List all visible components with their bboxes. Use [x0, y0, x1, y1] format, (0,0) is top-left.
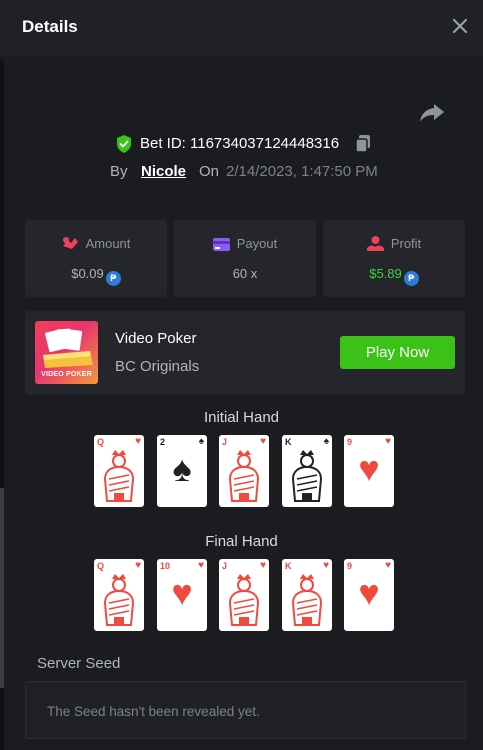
card-suit: ♥	[260, 560, 266, 571]
bet-id: Bet ID: 116734037124448316	[140, 135, 340, 152]
card-rank: 9	[347, 437, 353, 447]
copy-icon[interactable]	[355, 135, 371, 153]
card-rank: J	[222, 561, 228, 571]
face-card-art	[103, 574, 135, 626]
server-seed-text: The Seed hasn't been revealed yet.	[47, 704, 260, 719]
card-suit: ♠	[323, 436, 329, 447]
playing-card: Q ♥	[94, 559, 144, 631]
amount-icon	[62, 237, 78, 249]
playing-card: K ♠	[282, 435, 332, 507]
playing-card: K ♥	[282, 559, 332, 631]
card-rank: 10	[160, 561, 171, 571]
card-center-pip: ♥	[358, 572, 380, 613]
card-center-pip: ♠	[172, 448, 192, 489]
card-suit: ♠	[198, 436, 204, 447]
face-card-art	[103, 450, 135, 502]
amount-header: Amount	[25, 236, 167, 251]
card-suit: ♥	[260, 436, 266, 447]
card-rank: Q	[97, 437, 105, 447]
game-thumbnail[interactable]: VIDEO POKER	[35, 321, 98, 384]
amount-card: Amount $0.09 ₱	[25, 220, 167, 297]
card-suit: ♥	[323, 560, 329, 571]
face-card-art	[228, 574, 260, 626]
initial-hand-title: Initial Hand	[203, 409, 280, 426]
card-rank: K	[285, 561, 292, 571]
playing-card: 9 ♥ ♥	[344, 559, 394, 631]
final-hand-title: Final Hand	[205, 533, 278, 550]
playing-card: 9 ♥ ♥	[344, 435, 394, 507]
face-card-art	[291, 450, 323, 502]
thumbnail-label: VIDEO POKER	[41, 371, 92, 378]
playing-card: J ♥	[219, 559, 269, 631]
amount-value-row: $0.09 ₱	[25, 266, 167, 286]
server-seed-label: Server Seed	[37, 655, 121, 672]
coin-icon: ₱	[105, 271, 121, 286]
bet-id-row: Bet ID: 116734037124448316	[0, 133, 483, 157]
dialog-title: Details	[22, 17, 78, 36]
scrollbar[interactable]	[0, 488, 4, 688]
playing-card: 2 ♠ ♠	[157, 435, 207, 507]
card-suit: ♥	[198, 560, 204, 571]
verified-shield-icon	[117, 135, 131, 153]
play-now-button[interactable]: Play Now	[340, 336, 455, 369]
share-icon[interactable]	[419, 102, 445, 124]
profit-label: Profit	[390, 236, 422, 251]
profit-header: Profit	[323, 236, 465, 251]
payout-value: 60 x	[232, 266, 258, 281]
by-label: By	[110, 163, 128, 180]
card-rank: Q	[97, 561, 105, 571]
close-icon[interactable]	[448, 14, 472, 38]
playing-card: J ♥	[219, 435, 269, 507]
playing-card: Q ♥	[94, 435, 144, 507]
card-center-pip: ♥	[358, 448, 380, 489]
card-suit: ♥	[385, 560, 391, 571]
card-suit: ♥	[135, 436, 141, 447]
amount-label: Amount	[85, 236, 131, 251]
profit-icon	[366, 236, 384, 251]
profit-card: Profit $5.89 ₱	[323, 220, 465, 297]
game-name: Video Poker	[115, 330, 197, 347]
card-rank: J	[222, 437, 228, 447]
card-rank: 2	[160, 437, 166, 447]
dialog-header: Details	[0, 0, 483, 56]
payout-value-row: 60 x	[174, 266, 316, 281]
game-provider: BC Originals	[115, 358, 200, 375]
server-seed-box: The Seed hasn't been revealed yet.	[25, 681, 466, 739]
card-rank: 9	[347, 561, 353, 571]
bet-date: 2/14/2023, 1:47:50 PM	[226, 163, 378, 180]
game-card: VIDEO POKER Video Poker BC Originals Pla…	[25, 311, 465, 395]
face-card-art	[291, 574, 323, 626]
amount-value: $0.09	[71, 266, 104, 281]
profit-value-row: $5.89 ₱	[323, 266, 465, 286]
user-link[interactable]: Nicole	[141, 163, 186, 180]
payout-label: Payout	[236, 236, 278, 251]
profit-value: $5.89	[369, 266, 402, 281]
card-suit: ♥	[385, 436, 391, 447]
payout-icon	[212, 238, 230, 251]
playing-card: 10 ♥ ♥	[157, 559, 207, 631]
card-center-pip: ♥	[171, 572, 193, 613]
payout-header: Payout	[174, 236, 316, 251]
on-label: On	[199, 163, 220, 180]
face-card-art	[228, 450, 260, 502]
card-suit: ♥	[135, 560, 141, 571]
bet-byline: By Nicole On 2/14/2023, 1:47:50 PM	[0, 162, 483, 184]
coin-icon: ₱	[403, 271, 419, 286]
payout-card: Payout 60 x	[174, 220, 316, 297]
card-rank: K	[285, 437, 292, 447]
